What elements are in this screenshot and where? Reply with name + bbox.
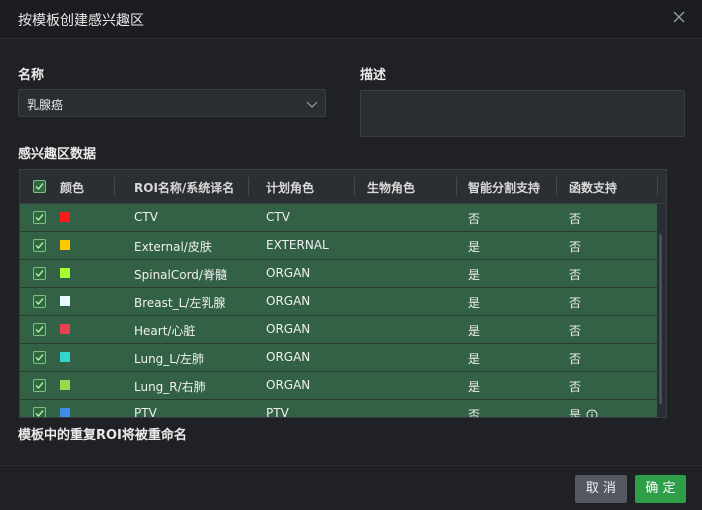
header-divider (354, 177, 355, 196)
smart-seg-cell: 是 (468, 352, 481, 366)
table-row[interactable]: Heart/心脏 ORGAN 是 否 (20, 316, 657, 344)
table-header: 颜色 ROI名称/系统译名 计划角色 生物角色 智能分割支持 函数支持 (20, 170, 666, 204)
roi-name-cell: External/皮肤 (134, 240, 212, 254)
confirm-button[interactable]: 确 定 (635, 475, 686, 503)
row-checkbox[interactable] (33, 211, 46, 224)
func-support-cell: 否 (569, 352, 582, 366)
row-checkbox[interactable] (33, 323, 46, 336)
roi-color-swatch[interactable] (60, 352, 70, 362)
smart-seg-cell: 是 (468, 296, 481, 310)
header-divider (556, 177, 557, 196)
smart-seg-cell: 否 (468, 408, 481, 418)
smart-seg-cell: 是 (468, 324, 481, 338)
header-color: 颜色 (60, 181, 85, 195)
chevron-down-icon (305, 96, 319, 110)
plan-role-cell: ORGAN (266, 322, 311, 336)
roi-table: 颜色 ROI名称/系统译名 计划角色 生物角色 智能分割支持 函数支持 CTV C… (19, 169, 667, 418)
smart-seg-cell: 是 (468, 240, 481, 254)
cancel-button[interactable]: 取 消 (575, 475, 627, 503)
func-support-cell: 否 (569, 212, 582, 226)
roi-name-cell: SpinalCord/脊髓 (134, 268, 227, 282)
smart-seg-cell: 是 (468, 268, 481, 282)
roi-color-swatch[interactable] (60, 240, 70, 250)
func-support-cell: 否 (569, 380, 582, 394)
dialog-titlebar: 按模板创建感兴趣区 (0, 0, 702, 39)
header-func-support: 函数支持 (569, 181, 618, 195)
table-row[interactable]: External/皮肤 EXTERNAL 是 否 (20, 232, 657, 260)
row-checkbox[interactable] (33, 267, 46, 280)
table-row[interactable]: PTV PTV 否 是 (20, 400, 657, 418)
roi-name-cell: Breast_L/左乳腺 (134, 296, 226, 310)
header-divider (657, 177, 658, 196)
table-scrollbar[interactable] (658, 204, 666, 417)
plan-role-cell: ORGAN (266, 294, 311, 308)
table-row[interactable]: CTV CTV 否 否 (20, 204, 657, 232)
roi-color-swatch[interactable] (60, 212, 70, 222)
func-support-cell: 是 (569, 408, 582, 418)
table-row[interactable]: SpinalCord/脊髓 ORGAN 是 否 (20, 260, 657, 288)
table-row[interactable]: Breast_L/左乳腺 ORGAN 是 否 (20, 288, 657, 316)
description-label: 描述 (360, 68, 387, 83)
smart-seg-cell: 否 (468, 212, 481, 226)
name-label: 名称 (18, 68, 45, 83)
template-name-select[interactable]: 乳腺癌 (18, 89, 326, 117)
scrollbar-thumb[interactable] (659, 234, 662, 404)
select-all-checkbox[interactable] (33, 180, 46, 193)
table-row[interactable]: Lung_R/右肺 ORGAN 是 否 (20, 372, 657, 400)
row-checkbox[interactable] (33, 295, 46, 308)
row-checkbox[interactable] (33, 379, 46, 392)
header-smart-seg: 智能分割支持 (468, 181, 541, 195)
row-checkbox[interactable] (33, 351, 46, 364)
header-plan-role: 计划角色 (266, 181, 315, 195)
duplicate-roi-note: 模板中的重复ROI将被重命名 (18, 428, 187, 443)
roi-color-swatch[interactable] (60, 296, 70, 306)
header-bio-role: 生物角色 (367, 181, 416, 195)
header-divider (248, 177, 249, 196)
row-checkbox[interactable] (33, 407, 46, 417)
plan-role-cell: ORGAN (266, 378, 311, 392)
roi-name-cell: Heart/心脏 (134, 324, 196, 338)
roi-name-cell: PTV (134, 406, 157, 418)
template-name-value: 乳腺癌 (27, 98, 64, 112)
close-icon[interactable] (670, 8, 688, 26)
header-divider (114, 177, 115, 196)
roi-color-swatch[interactable] (60, 380, 70, 390)
table-row[interactable]: Lung_L/左肺 ORGAN 是 否 (20, 344, 657, 372)
roi-name-cell: Lung_R/右肺 (134, 380, 206, 394)
func-support-cell: 否 (569, 268, 582, 282)
description-textarea[interactable] (360, 90, 685, 137)
plan-role-cell: CTV (266, 210, 290, 224)
dialog-title: 按模板创建感兴趣区 (18, 13, 144, 29)
roi-name-cell: CTV (134, 210, 158, 224)
func-support-cell: 否 (569, 296, 582, 310)
info-icon[interactable] (586, 406, 598, 417)
smart-seg-cell: 是 (468, 380, 481, 394)
roi-color-swatch[interactable] (60, 324, 70, 334)
func-support-cell: 否 (569, 240, 582, 254)
roi-name-cell: Lung_L/左肺 (134, 352, 205, 366)
header-roi-name: ROI名称/系统译名 (134, 181, 235, 195)
plan-role-cell: PTV (266, 406, 289, 418)
create-roi-from-template-dialog: 按模板创建感兴趣区 名称 乳腺癌 描述 感兴趣区数据 颜色 ROI名称/系统译名… (0, 0, 702, 510)
footer-divider (0, 465, 702, 466)
plan-role-cell: ORGAN (266, 350, 311, 364)
roi-data-label: 感兴趣区数据 (18, 147, 97, 162)
plan-role-cell: ORGAN (266, 266, 311, 280)
roi-color-swatch[interactable] (60, 268, 70, 278)
header-divider (456, 177, 457, 196)
plan-role-cell: EXTERNAL (266, 238, 329, 252)
row-checkbox[interactable] (33, 239, 46, 252)
roi-color-swatch[interactable] (60, 408, 70, 417)
func-support-cell: 否 (569, 324, 582, 338)
